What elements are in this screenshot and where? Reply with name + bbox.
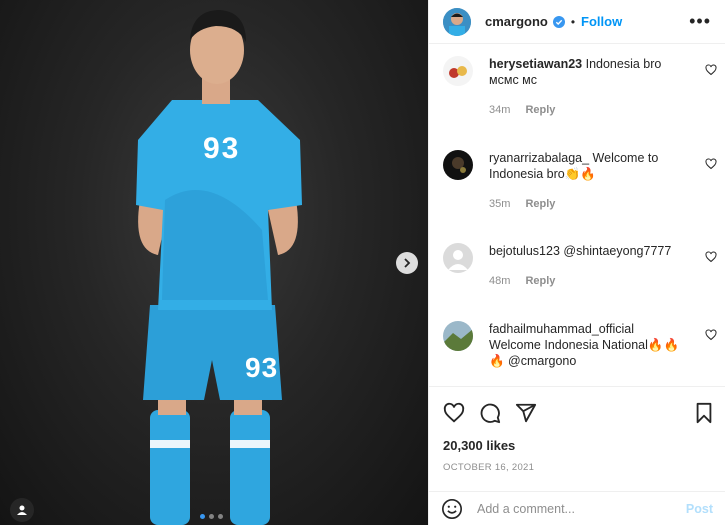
comment-item: ryanarrizabalaga_ Welcome to Indonesia b…	[443, 150, 725, 212]
post-header: cmargono • Follow •••	[429, 0, 725, 44]
comment-time: 34m	[489, 104, 511, 116]
comment-text: Welcome Indonesia National🔥🔥🔥 @cmargono	[489, 338, 680, 368]
comment-composer: Post	[429, 491, 725, 525]
comment-item: herysetiawan23 Indonesia bro ᴍᴄᴍᴄ ᴍᴄ 34m…	[443, 56, 725, 118]
user-tag-button[interactable]	[10, 498, 34, 522]
commenter-avatar[interactable]	[443, 321, 473, 351]
comment-time: 48m	[489, 275, 511, 287]
share-icon[interactable]	[515, 402, 537, 424]
comment-item: fadhailmuhammad_official Welcome Indones…	[443, 321, 725, 369]
carousel-dot	[200, 514, 205, 519]
heart-icon[interactable]	[705, 64, 717, 76]
commenter-avatar[interactable]	[443, 56, 473, 86]
author-avatar[interactable]	[443, 7, 471, 36]
reply-button[interactable]: Reply	[525, 104, 555, 116]
jersey-number-shorts: 93	[245, 352, 279, 383]
action-icons	[443, 401, 715, 425]
comment-meta: 48m Reply	[489, 273, 689, 289]
commenter-avatar[interactable]	[443, 150, 473, 180]
comment-username[interactable]: herysetiawan23	[489, 57, 582, 71]
bookmark-icon[interactable]	[693, 402, 715, 424]
comment-input[interactable]	[477, 501, 686, 516]
heart-icon[interactable]	[705, 251, 717, 263]
post-actions: 20,300 likes OCTOBER 16, 2021	[429, 386, 725, 491]
comments-list[interactable]: herysetiawan23 Indonesia bro ᴍᴄᴍᴄ ᴍᴄ 34m…	[429, 44, 725, 386]
header-separator: •	[570, 14, 576, 29]
author-username[interactable]: cmargono	[485, 14, 548, 29]
reply-button[interactable]: Reply	[525, 198, 555, 210]
comment-time: 35m	[489, 198, 511, 210]
like-count[interactable]: 20,300 likes	[443, 438, 515, 453]
follow-button[interactable]: Follow	[581, 14, 622, 29]
player-photo	[136, 10, 302, 525]
comment-username[interactable]: fadhailmuhammad_official	[489, 322, 634, 336]
chevron-right-icon	[404, 258, 411, 268]
heart-icon[interactable]	[443, 402, 465, 424]
reply-button[interactable]: Reply	[525, 275, 555, 287]
commenter-avatar[interactable]	[443, 243, 473, 273]
user-tag-icon	[17, 505, 27, 515]
comment-username[interactable]: bejotulus123	[489, 244, 560, 258]
emoji-icon[interactable]	[441, 498, 463, 520]
carousel-dot	[209, 514, 214, 519]
more-options-icon[interactable]: •••	[689, 11, 711, 32]
comment-icon[interactable]	[479, 402, 501, 424]
carousel-next-button[interactable]	[396, 252, 418, 274]
jersey-number-shirt: 93	[203, 132, 241, 165]
comment-username[interactable]: ryanarrizabalaga_	[489, 151, 589, 165]
post-comment-button[interactable]: Post	[686, 502, 713, 516]
comment-meta: 34m Reply	[489, 102, 689, 118]
comment-item: bejotulus123 @shintaeyong7777 48m Reply	[443, 243, 725, 289]
heart-icon[interactable]	[705, 158, 717, 170]
carousel-indicator	[200, 514, 223, 519]
post-date: OCTOBER 16, 2021	[443, 462, 535, 473]
carousel-dot	[218, 514, 223, 519]
post-photo[interactable]: 93 93	[0, 0, 428, 525]
comment-meta: 35m Reply	[489, 196, 689, 212]
heart-icon[interactable]	[705, 329, 717, 341]
verified-badge-icon	[552, 15, 565, 28]
post-sidebar: cmargono • Follow ••• herysetiawan23 Ind…	[428, 0, 725, 525]
comment-mention[interactable]: @shintaeyong7777	[563, 244, 671, 258]
